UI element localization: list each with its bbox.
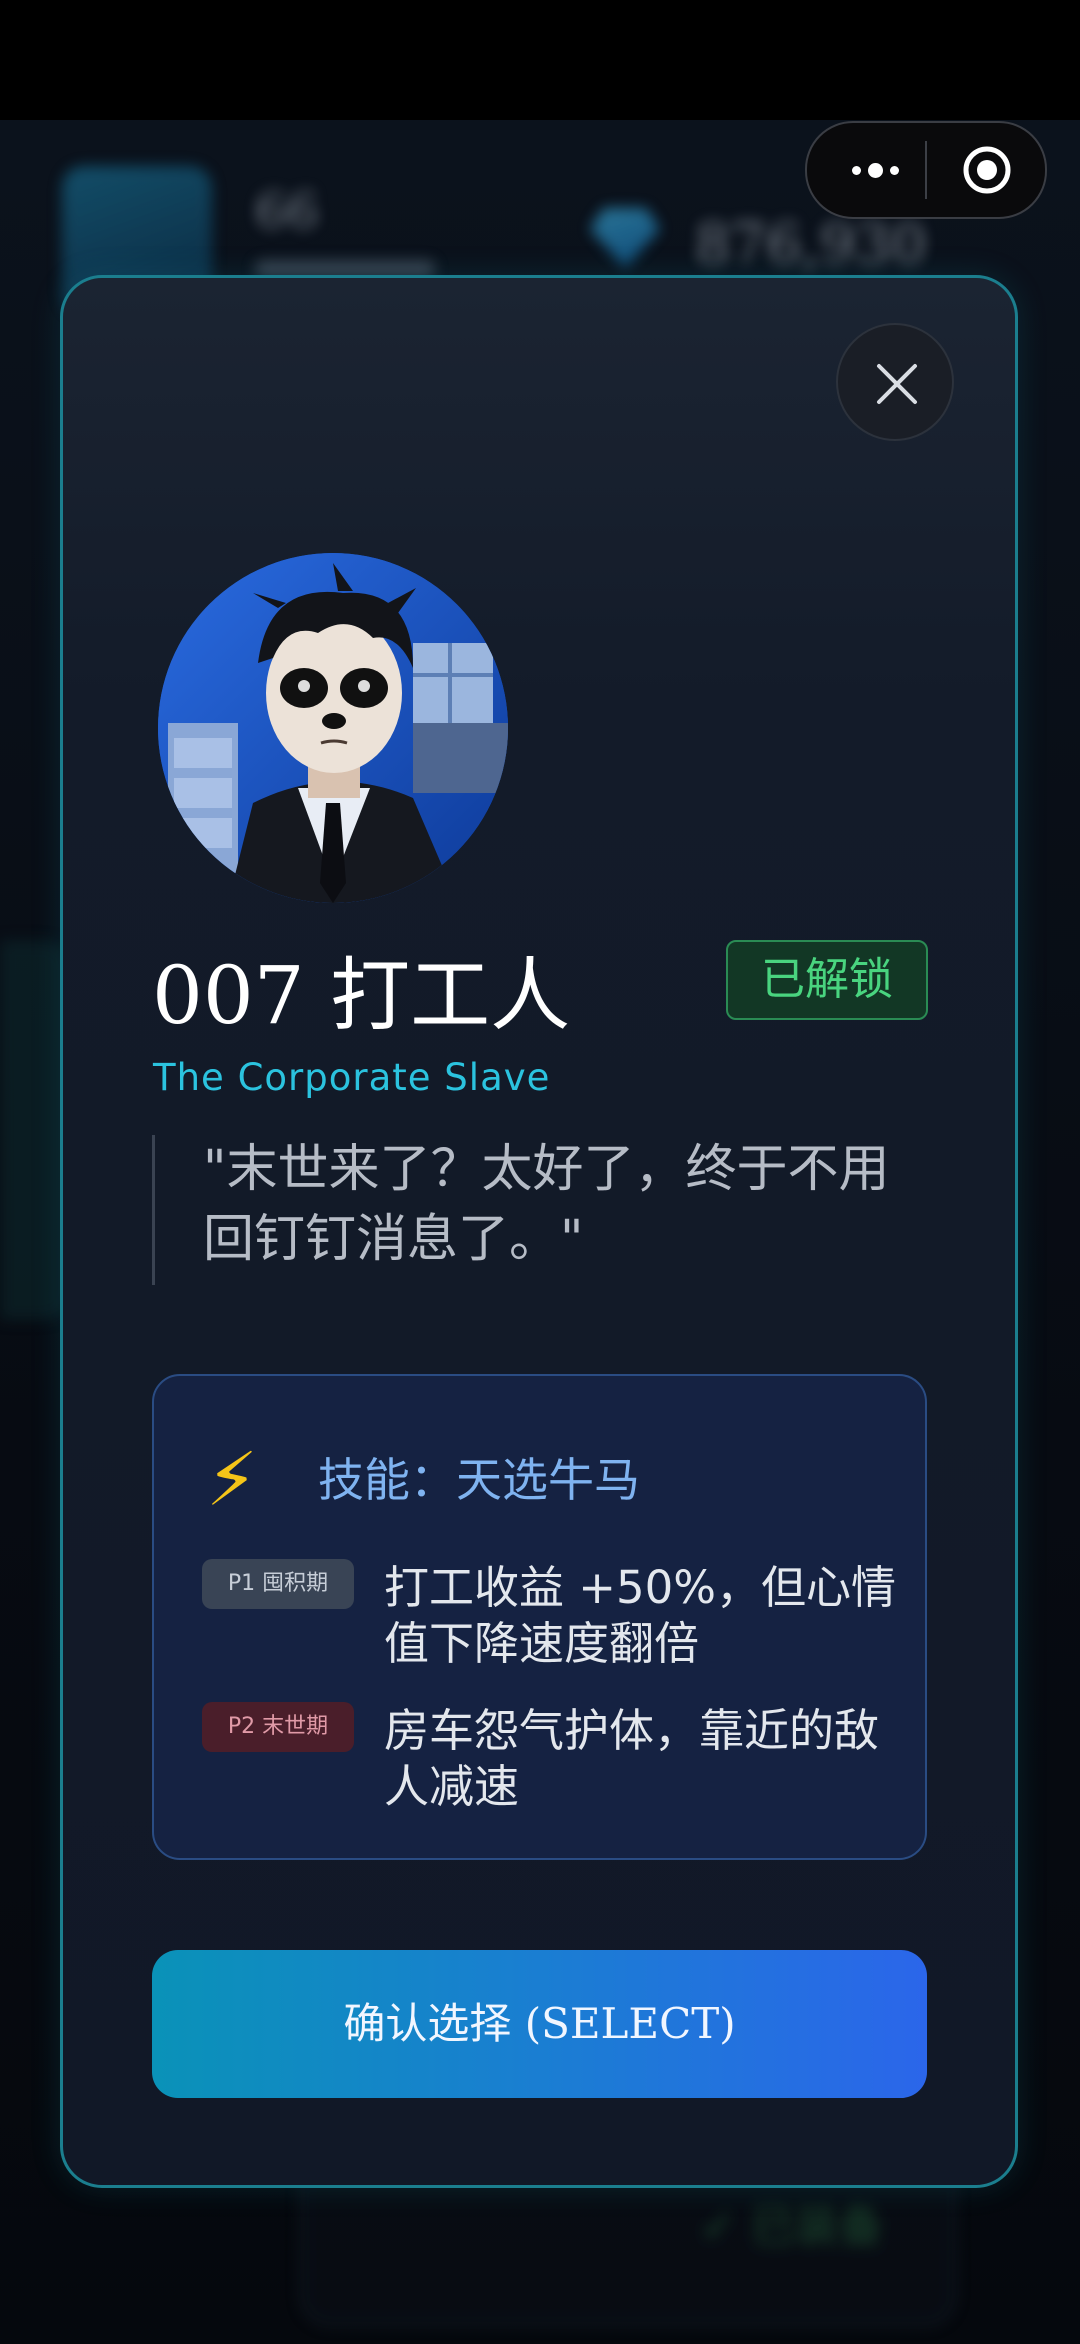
phase-tag-p1: P1 囤积期 (202, 1559, 354, 1609)
phase-tag-p2: P2 末世期 (202, 1702, 354, 1752)
phase-description-p2: 房车怨气护体，靠近的敌人减速 (384, 1704, 880, 1813)
confirm-select-button[interactable]: 确认选择 (SELECT) (152, 1950, 927, 2098)
skill-card: ⚡ 技能：天选牛马 P1 囤积期 打工收益 +50%，但心情值下降速度翻倍 P2… (152, 1374, 927, 1860)
unlocked-status-badge: 已解锁 (726, 940, 928, 1020)
character-portrait (158, 553, 508, 903)
gem-icon (590, 208, 660, 268)
close-button[interactable] (836, 323, 954, 441)
status-bar (0, 0, 1080, 120)
capsule-menu (805, 121, 1047, 219)
capsule-divider (925, 141, 927, 199)
character-avatar (158, 553, 508, 903)
background-equipped-label: ✓ 已装备 (700, 2201, 883, 2252)
character-name: 007 打工人 (152, 949, 571, 1042)
character-quote: "末世来了？太好了，终于不用回钉钉消息了。" (152, 1135, 922, 1285)
more-dots-icon[interactable] (833, 123, 917, 217)
background-coins: 876,930 (695, 212, 927, 277)
skill-title: 技能：天选牛马 (318, 1453, 640, 1507)
background-level: 66 (255, 182, 319, 240)
screen: 66 876,930 ✓ 已装备 007 打工人 已解锁 The Corpora… (0, 0, 1080, 2344)
lightning-icon: ⚡ (206, 1437, 258, 1523)
character-english-name: The Corporate Slave (153, 1056, 551, 1099)
close-x-icon (877, 364, 917, 404)
target-circle-icon[interactable] (962, 145, 1012, 195)
phase-description-p1: 打工收益 +50%，但心情值下降速度翻倍 (384, 1561, 897, 1670)
